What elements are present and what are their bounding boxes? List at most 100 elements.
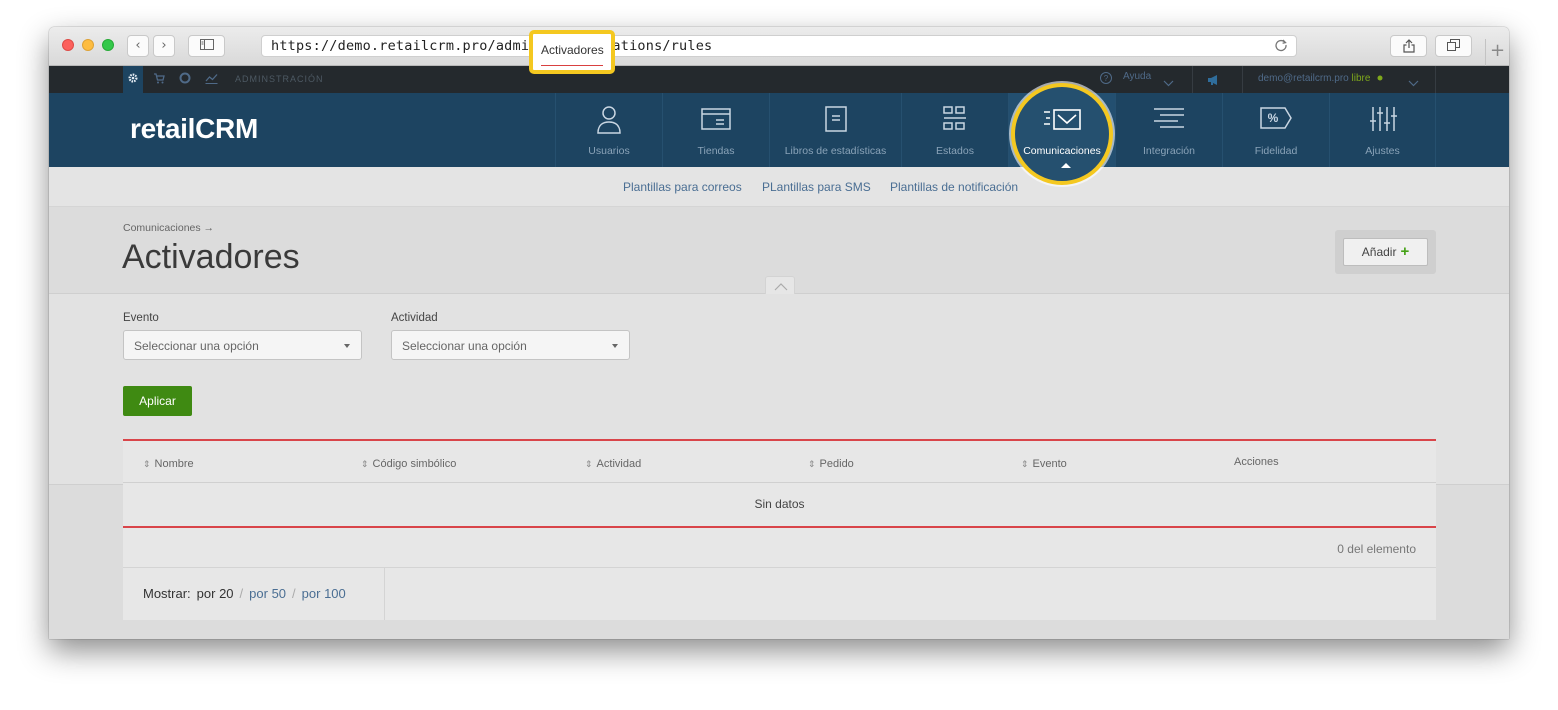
- active-underline: [541, 65, 603, 66]
- subtab-sms-templates[interactable]: PLantillas para SMS: [762, 180, 871, 194]
- add-button[interactable]: Añadir +: [1343, 238, 1428, 266]
- item-count: 0 del elemento: [1337, 542, 1416, 556]
- nav-communications-highlight[interactable]: Comunicaciones: [1011, 83, 1113, 185]
- page-title: Activadores: [122, 238, 300, 276]
- sort-icon: ⇕: [585, 459, 593, 469]
- page-size-50-link[interactable]: por 50: [249, 586, 286, 601]
- subtab-triggers-label: Activadores: [541, 43, 604, 57]
- svg-text:?: ?: [1104, 74, 1109, 83]
- footer-divider: [123, 567, 1436, 568]
- activity-select-value: Seleccionar una opción: [402, 339, 527, 353]
- table-bottom-border: [123, 526, 1436, 528]
- nav-label: Usuarios: [588, 145, 630, 157]
- event-select[interactable]: Seleccionar una opción: [123, 330, 362, 360]
- svg-text:%: %: [1268, 111, 1279, 125]
- column-header-label: Actividad: [596, 458, 642, 470]
- support-icon[interactable]: [175, 66, 195, 93]
- plan-badge: libre: [1351, 73, 1371, 84]
- nav-users[interactable]: Usuarios: [555, 93, 662, 167]
- nav-label: Libros de estadísticas: [784, 145, 887, 157]
- gear-icon[interactable]: [123, 66, 143, 93]
- tabs-overview-button[interactable]: [1435, 35, 1472, 57]
- subtab-email-templates[interactable]: Plantillas para correos: [623, 180, 742, 194]
- column-header-event[interactable]: ⇕ Evento: [1021, 458, 1067, 470]
- main-header: retailCRM Usuarios Tiendas Libros de est…: [49, 93, 1509, 167]
- empty-table-message: Sin datos: [754, 497, 805, 511]
- statuses-icon: [943, 106, 966, 130]
- event-filter-label: Evento: [123, 312, 159, 324]
- nav-settings[interactable]: Ajustes: [1329, 93, 1436, 167]
- separator: /: [292, 586, 296, 601]
- back-button[interactable]: ‹: [127, 35, 149, 57]
- sidebar-toggle-button[interactable]: [188, 35, 225, 57]
- share-icon: [1402, 39, 1415, 53]
- column-header-name[interactable]: ⇕ Nombre: [143, 458, 194, 470]
- chevron-down-icon[interactable]: [1163, 74, 1174, 92]
- user-icon: [597, 106, 621, 134]
- nav-label: Tiendas: [697, 145, 735, 157]
- header-divider: [123, 482, 1436, 483]
- activity-select[interactable]: Seleccionar una opción: [391, 330, 630, 360]
- subtab-triggers[interactable]: Activadores: [529, 30, 615, 74]
- active-caret: [1061, 163, 1071, 168]
- announcement-icon[interactable]: [1207, 73, 1221, 91]
- sub-navigation: Plantillas para correos PLantillas para …: [49, 167, 1509, 207]
- column-header-label: Pedido: [819, 458, 854, 470]
- page-size-current: por 20: [196, 586, 234, 601]
- page-size-label: Mostrar:: [143, 586, 191, 601]
- url-text: https://demo.retailcrm.pro/admin/communi…: [271, 38, 713, 54]
- analytics-icon[interactable]: [201, 66, 221, 93]
- column-header-actions: Acciones: [1234, 456, 1279, 468]
- sort-icon: ⇕: [361, 459, 369, 469]
- book-icon: [824, 106, 847, 132]
- activity-filter-label: Actividad: [391, 312, 438, 324]
- nav-loyalty[interactable]: % Fidelidad: [1222, 93, 1329, 167]
- minimize-window-button[interactable]: [82, 39, 94, 51]
- column-header-label: Código simbólico: [372, 458, 457, 470]
- nav-integration[interactable]: Integración: [1115, 93, 1222, 167]
- dropdown-arrow-icon: [612, 344, 618, 348]
- nav-label: Ajustes: [1365, 145, 1400, 157]
- nav-stores[interactable]: Tiendas: [662, 93, 769, 167]
- column-header-order[interactable]: ⇕ Pedido: [808, 458, 854, 470]
- user-menu[interactable]: demo@retailcrm.pro libre: [1258, 73, 1383, 84]
- retailcrm-logo[interactable]: retailCRM: [130, 113, 258, 145]
- sort-icon: ⇕: [808, 459, 816, 469]
- column-header-activity[interactable]: ⇕ Actividad: [585, 458, 641, 470]
- browser-window: ‹ › https://demo.retailcrm.pro/admin/com…: [49, 27, 1509, 639]
- nav-statistics-books[interactable]: Libros de estadísticas: [769, 93, 901, 167]
- page-size-100-link[interactable]: por 100: [302, 586, 346, 601]
- percent-tag-icon: %: [1260, 107, 1292, 129]
- tabs-icon: [1447, 39, 1460, 51]
- envelope-icon: [1044, 109, 1081, 130]
- divider: [1242, 66, 1243, 93]
- reload-icon[interactable]: [1274, 38, 1288, 57]
- nav-label: Estados: [936, 145, 974, 157]
- help-link[interactable]: Ayuda: [1123, 71, 1151, 82]
- nav-statuses[interactable]: Estados: [901, 93, 1008, 167]
- admin-bar: ADMINSTRACIÓN ? Ayuda demo@retailcrm.pro…: [49, 66, 1509, 93]
- separator: /: [239, 586, 244, 601]
- subtab-notification-templates[interactable]: Plantillas de notificación: [890, 180, 1018, 194]
- nav-communications-label: Comunicaciones: [1023, 145, 1101, 157]
- plus-icon: +: [1400, 243, 1410, 260]
- address-bar[interactable]: https://demo.retailcrm.pro/admin/communi…: [261, 35, 1297, 57]
- column-header-code[interactable]: ⇕ Código simbólico: [361, 458, 456, 470]
- cart-icon[interactable]: [149, 66, 169, 93]
- nav-label: Fidelidad: [1254, 145, 1298, 157]
- triggers-table: ⇕ Nombre ⇕ Código simbólico ⇕ Actividad ⇕ Pe…: [123, 439, 1436, 620]
- apply-button[interactable]: Aplicar: [123, 386, 192, 416]
- dropdown-arrow-icon: [344, 344, 350, 348]
- new-tab-button[interactable]: +: [1485, 39, 1509, 66]
- breadcrumb[interactable]: Comunicaciones →: [123, 222, 214, 234]
- user-menu-chevron-icon[interactable]: [1408, 74, 1419, 92]
- zoom-window-button[interactable]: [102, 39, 114, 51]
- forward-button[interactable]: ›: [153, 35, 175, 57]
- close-window-button[interactable]: [62, 39, 74, 51]
- divider: [1435, 66, 1436, 93]
- collapse-filters-button[interactable]: [765, 276, 795, 295]
- share-button[interactable]: [1390, 35, 1427, 57]
- help-icon[interactable]: ?: [1099, 71, 1113, 90]
- browser-toolbar: ‹ › https://demo.retailcrm.pro/admin/com…: [49, 27, 1509, 66]
- add-button-label: Añadir: [1361, 245, 1397, 259]
